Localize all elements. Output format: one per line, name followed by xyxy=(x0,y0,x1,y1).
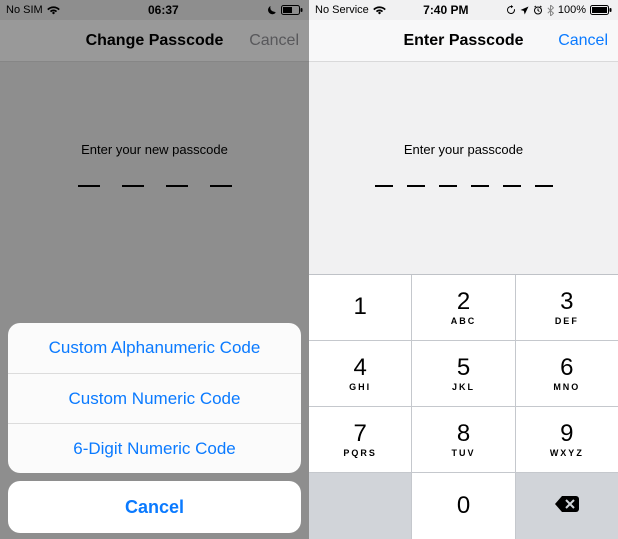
status-time: 7:40 PM xyxy=(423,3,468,17)
page-title: Enter Passcode xyxy=(403,32,523,50)
battery-pct: 100% xyxy=(558,4,586,16)
passcode-dashes xyxy=(309,185,618,187)
carrier-label: No Service xyxy=(315,4,369,16)
prompt-label: Enter your passcode xyxy=(309,142,618,157)
key-letters: GHI xyxy=(349,382,371,392)
numeric-keypad: 1 2 ABC 3 DEF 4 GHI 5 JKL 6 MNO 7 PQRS 8 TUV 9 W… xyxy=(309,274,618,539)
key-digit: 1 xyxy=(353,295,366,319)
location-icon xyxy=(520,6,529,15)
key-9[interactable]: 9 WXYZ xyxy=(516,407,618,473)
key-digit: 6 xyxy=(560,356,573,380)
action-sheet-cancel[interactable]: Cancel xyxy=(8,481,301,533)
key-blank xyxy=(309,473,412,539)
key-digit: 9 xyxy=(560,422,573,446)
key-7[interactable]: 7 PQRS xyxy=(309,407,412,473)
key-6[interactable]: 6 MNO xyxy=(516,341,618,407)
passcode-dash xyxy=(439,185,457,187)
action-sheet-options: Custom Alphanumeric Code Custom Numeric … xyxy=(8,323,301,473)
passcode-dash xyxy=(375,185,393,187)
key-delete[interactable] xyxy=(516,473,618,539)
bluetooth-icon xyxy=(547,5,554,16)
screen-enter-passcode: No Service 7:40 PM 100% xyxy=(309,0,618,539)
nav-bar: Enter Passcode Cancel xyxy=(309,20,618,62)
key-letters: PQRS xyxy=(343,448,377,458)
cancel-button[interactable]: Cancel xyxy=(558,32,608,50)
refresh-icon xyxy=(506,5,516,15)
key-digit: 7 xyxy=(353,422,366,446)
passcode-dash xyxy=(407,185,425,187)
option-custom-alphanumeric[interactable]: Custom Alphanumeric Code xyxy=(8,323,301,373)
key-8[interactable]: 8 TUV xyxy=(412,407,515,473)
option-6-digit-numeric[interactable]: 6-Digit Numeric Code xyxy=(8,423,301,473)
key-letters: WXYZ xyxy=(550,448,584,458)
battery-icon xyxy=(590,5,612,15)
passcode-dash xyxy=(503,185,521,187)
status-bar: No Service 7:40 PM 100% xyxy=(309,0,618,20)
key-digit: 3 xyxy=(560,290,573,314)
passcode-dash xyxy=(535,185,553,187)
alarm-icon xyxy=(533,5,543,15)
key-digit: 8 xyxy=(457,422,470,446)
key-digit: 4 xyxy=(353,356,366,380)
key-1[interactable]: 1 xyxy=(309,275,412,341)
key-5[interactable]: 5 JKL xyxy=(412,341,515,407)
option-custom-numeric[interactable]: Custom Numeric Code xyxy=(8,373,301,423)
key-letters: JKL xyxy=(452,382,475,392)
key-4[interactable]: 4 GHI xyxy=(309,341,412,407)
backspace-icon xyxy=(554,495,580,518)
passcode-dash xyxy=(471,185,489,187)
wifi-icon xyxy=(373,5,386,15)
content-area: Enter your passcode xyxy=(309,62,618,187)
key-digit: 2 xyxy=(457,290,470,314)
key-letters: DEF xyxy=(555,316,579,326)
key-0[interactable]: 0 xyxy=(412,473,515,539)
action-sheet: Custom Alphanumeric Code Custom Numeric … xyxy=(8,323,301,533)
key-letters: MNO xyxy=(553,382,580,392)
screen-change-passcode: No SIM 06:37 Change Passcode Cancel Ente… xyxy=(0,0,309,539)
key-letters: ABC xyxy=(451,316,477,326)
key-3[interactable]: 3 DEF xyxy=(516,275,618,341)
key-digit: 5 xyxy=(457,356,470,380)
key-2[interactable]: 2 ABC xyxy=(412,275,515,341)
key-letters: TUV xyxy=(451,448,475,458)
key-digit: 0 xyxy=(457,494,470,518)
